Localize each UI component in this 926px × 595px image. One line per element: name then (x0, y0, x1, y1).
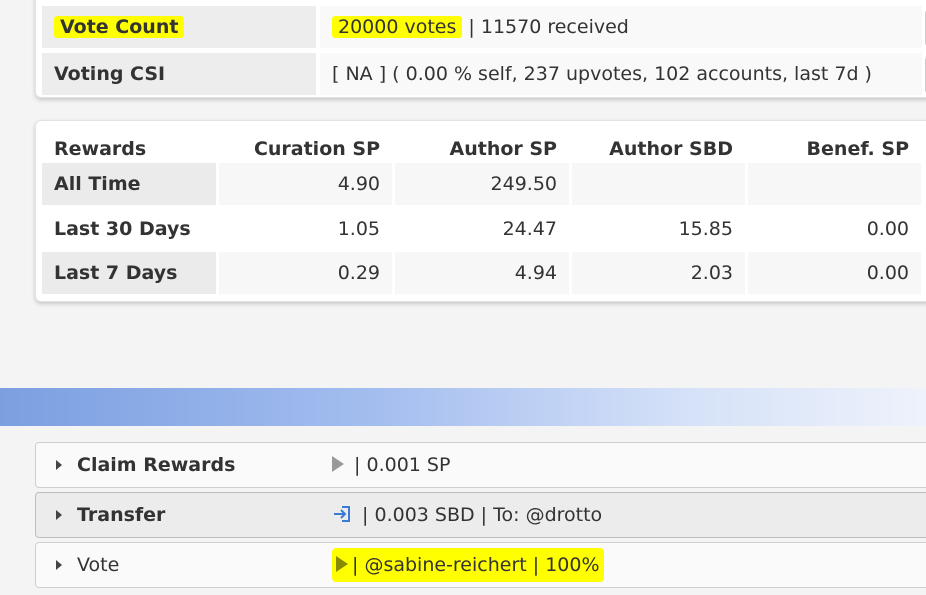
vote-count-label-cell: Vote Count (42, 6, 316, 48)
row-label: Last 7 Days (42, 252, 216, 294)
caret-right-icon[interactable] (56, 510, 62, 520)
operation-detail: | @sabine-reichert | 100% (332, 543, 604, 587)
operation-detail-text: | 0.001 SP (354, 454, 451, 476)
voting-csi-row: Voting CSI [ NA ] ( 0.00 % self, 237 upv… (42, 53, 926, 95)
operation-vote[interactable]: Vote | @sabine-reichert | 100% (35, 542, 926, 588)
cell-author-sp: 4.94 (395, 252, 569, 294)
voting-csi-value: [ NA ] ( 0.00 % self, 237 upvotes, 102 a… (320, 53, 922, 95)
cell-benef-sp: 0.00 (748, 252, 921, 294)
caret-right-icon[interactable] (56, 560, 62, 570)
transfer-in-icon (334, 505, 350, 522)
play-icon (332, 455, 344, 472)
play-icon (336, 555, 348, 572)
operation-detail: | 0.003 SBD | To: @drotto (332, 493, 602, 537)
cell-author-sbd (572, 163, 745, 205)
cell-curation-sp: 0.29 (219, 252, 392, 294)
operation-detail-text: | @sabine-reichert | 100% (352, 554, 600, 576)
operation-detail-text: | 0.003 SBD | To: @drotto (362, 504, 603, 526)
operation-name: Vote (77, 554, 120, 576)
table-row: Last 30 Days 1.05 24.47 15.85 0.00 (42, 208, 926, 250)
cell-author-sp: 24.47 (395, 208, 569, 250)
account-summary-card: Vote Count 20000 votes | 11570 received … (35, 0, 926, 98)
cell-author-sbd: 15.85 (572, 208, 745, 250)
cell-benef-sp (748, 163, 921, 205)
operation-claim-rewards[interactable]: Claim Rewards | 0.001 SP (35, 442, 926, 488)
cell-curation-sp: 4.90 (219, 163, 392, 205)
table-row: Last 7 Days 0.29 4.94 2.03 0.00 (42, 252, 926, 294)
voting-csi-label: Voting CSI (42, 53, 316, 95)
row-label: All Time (42, 163, 216, 205)
cell-author-sbd: 2.03 (572, 252, 745, 294)
vote-detail-highlight: | @sabine-reichert | 100% (332, 548, 604, 582)
rewards-table-card: Rewards Curation SP Author SP Author SBD… (35, 120, 926, 302)
section-banner (0, 388, 926, 426)
vote-count-label: Vote Count (54, 16, 185, 38)
vote-count-received: | 11570 received (462, 16, 629, 38)
vote-count-row: Vote Count 20000 votes | 11570 received (42, 6, 926, 48)
cell-author-sp: 249.50 (395, 163, 569, 205)
vote-count-value: 20000 votes (332, 16, 463, 38)
caret-right-icon[interactable] (56, 460, 62, 470)
vote-count-value-cell: 20000 votes | 11570 received (320, 6, 922, 48)
row-label: Last 30 Days (42, 208, 216, 250)
operation-name: Claim Rewards (77, 454, 236, 476)
cell-curation-sp: 1.05 (219, 208, 392, 250)
cell-benef-sp: 0.00 (748, 208, 921, 250)
operation-detail: | 0.001 SP (332, 443, 450, 487)
operation-name: Transfer (77, 504, 166, 526)
table-row: All Time 4.90 249.50 (42, 163, 926, 205)
operation-transfer[interactable]: Transfer | 0.003 SBD | To: @drotto (35, 492, 926, 538)
